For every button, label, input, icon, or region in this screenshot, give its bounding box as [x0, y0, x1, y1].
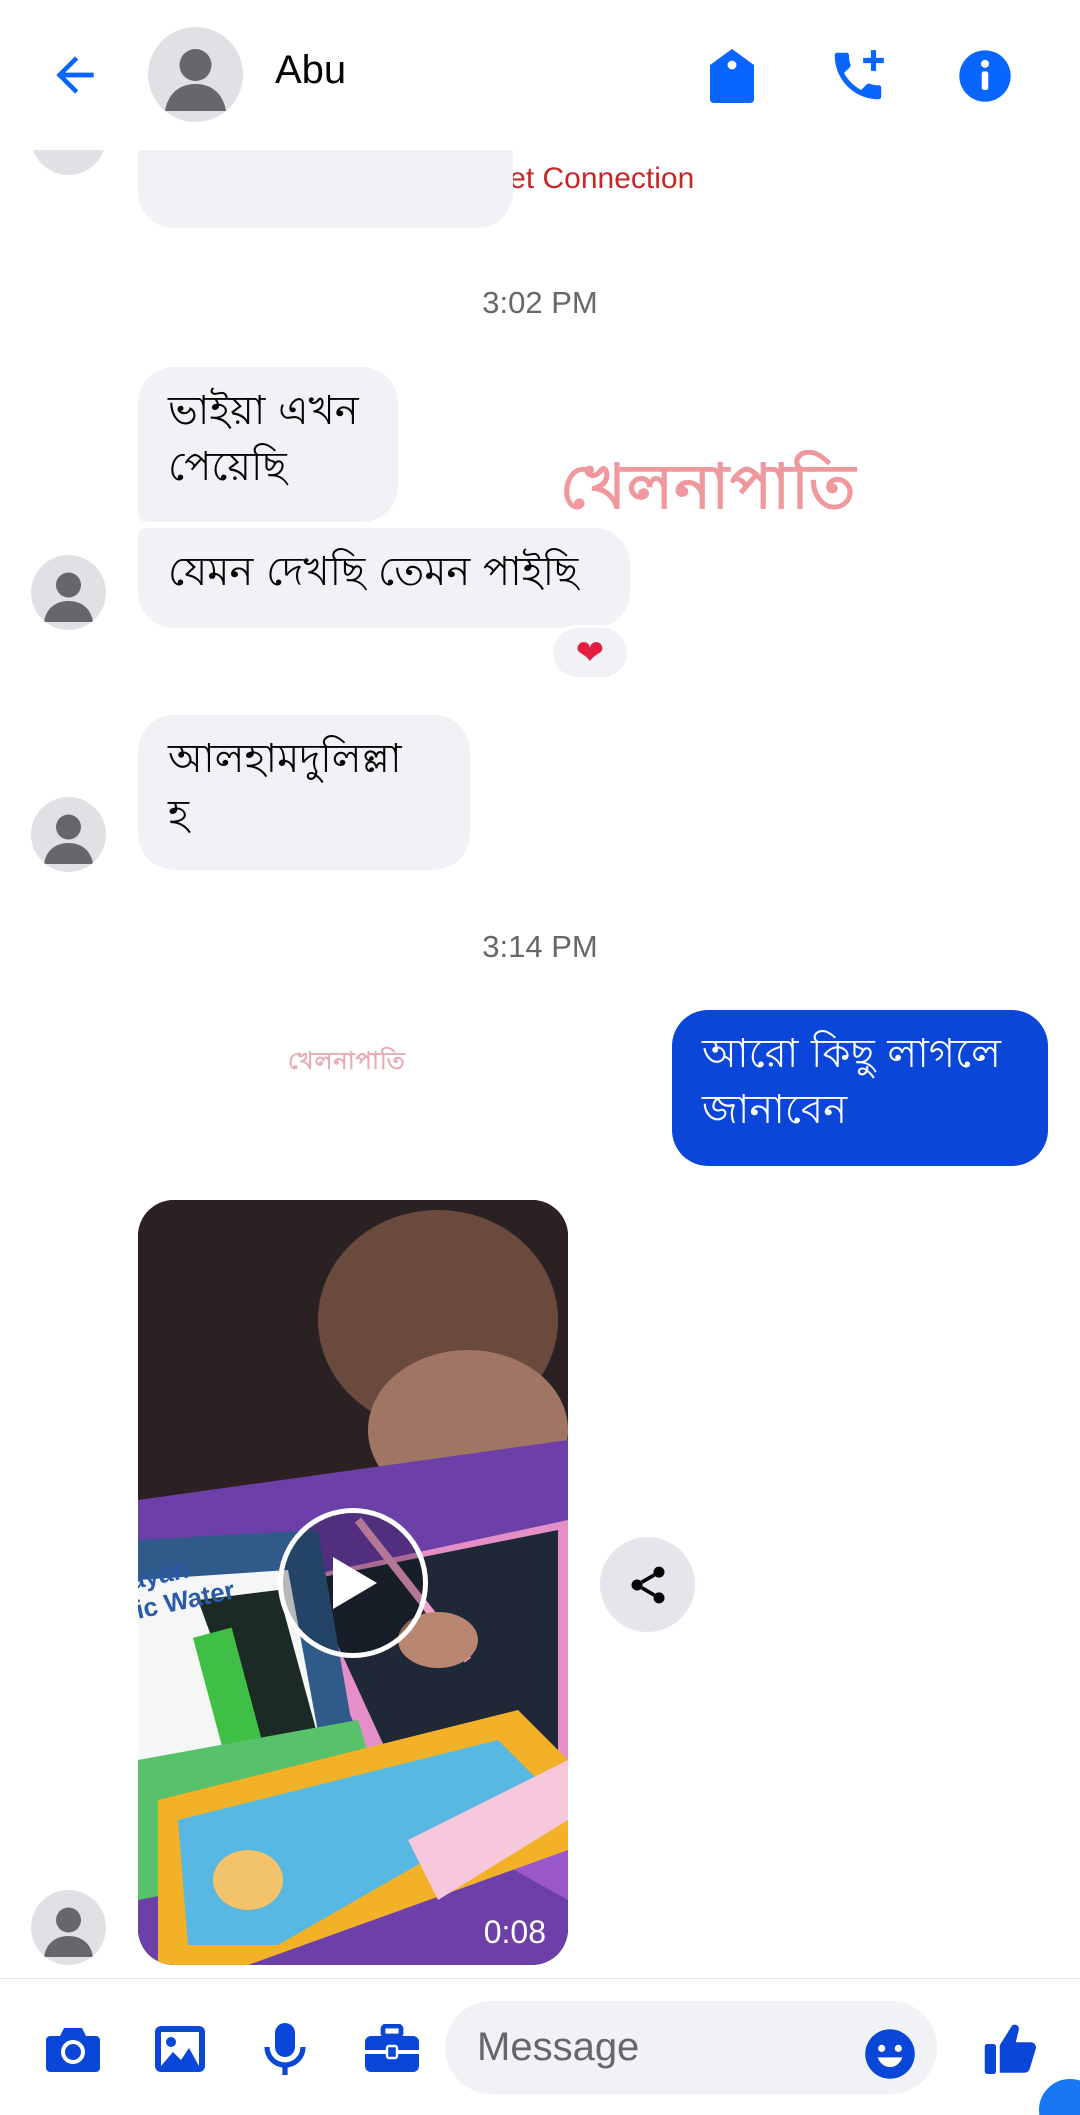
camera-icon: [46, 2028, 100, 2072]
voice-button[interactable]: [250, 2014, 320, 2084]
tag-button[interactable]: [692, 36, 772, 116]
gallery-button[interactable]: [145, 2014, 215, 2084]
camera-button[interactable]: [38, 2014, 108, 2084]
share-button[interactable]: [600, 1537, 695, 1632]
sender-avatar[interactable]: [31, 797, 106, 872]
heart-reaction[interactable]: ❤: [550, 625, 630, 680]
default-user-icon: [44, 814, 93, 864]
incoming-message-bubble[interactable]: ভাইয়া এখন পেয়েছি: [138, 367, 398, 522]
call-button[interactable]: [818, 36, 898, 116]
back-button[interactable]: [40, 40, 110, 110]
watermark-logo: খেলনাপাতি: [560, 450, 857, 523]
sender-avatar[interactable]: [31, 1890, 106, 1965]
info-button[interactable]: [945, 36, 1025, 116]
share-icon: [631, 1566, 664, 1603]
contact-name[interactable]: Abu: [275, 48, 346, 93]
heart-icon: ❤: [575, 632, 605, 673]
arrow-left-icon: [56, 56, 94, 94]
partial-avatar: [31, 150, 106, 228]
emoji-button[interactable]: [860, 2024, 920, 2084]
default-user-icon: [165, 49, 226, 111]
video-message[interactable]: ayan ic Water 0:08: [138, 1200, 568, 1965]
info-icon: [959, 50, 1011, 102]
incoming-message-bubble[interactable]: আলহামদুলিল্লা হ: [138, 715, 470, 870]
thumbs-up-icon: [984, 2024, 1036, 2074]
incoming-message-bubble[interactable]: যেমন দেখছি তেমন পাইছি: [138, 528, 630, 628]
message-composer: [0, 1978, 1080, 2115]
play-button[interactable]: [278, 1508, 428, 1658]
add-call-icon: [834, 50, 884, 100]
sender-avatar[interactable]: [31, 555, 106, 630]
play-icon: [333, 1557, 377, 1609]
watermark-logo-small: খেলনাপাতি: [288, 1047, 406, 1075]
like-button[interactable]: [976, 2014, 1046, 2084]
emoji-icon: [865, 2029, 915, 2079]
video-duration: 0:08: [483, 1914, 546, 1950]
partial-message-bubble[interactable]: [138, 150, 513, 228]
default-user-icon: [44, 572, 93, 622]
briefcase-icon: [365, 2024, 419, 2072]
tag-icon: [710, 49, 754, 103]
conversation-header: Abu: [0, 0, 1080, 150]
timestamp: 3:02 PM: [482, 285, 598, 320]
default-user-icon: [44, 1907, 93, 1957]
image-icon: [155, 2026, 205, 2072]
timestamp: 3:14 PM: [482, 929, 598, 964]
business-tools-button[interactable]: [357, 2014, 427, 2084]
outgoing-message-bubble[interactable]: আরো কিছু লাগলে জানাবেন: [672, 1010, 1048, 1166]
microphone-icon: [264, 2023, 306, 2075]
contact-avatar[interactable]: [148, 27, 243, 122]
